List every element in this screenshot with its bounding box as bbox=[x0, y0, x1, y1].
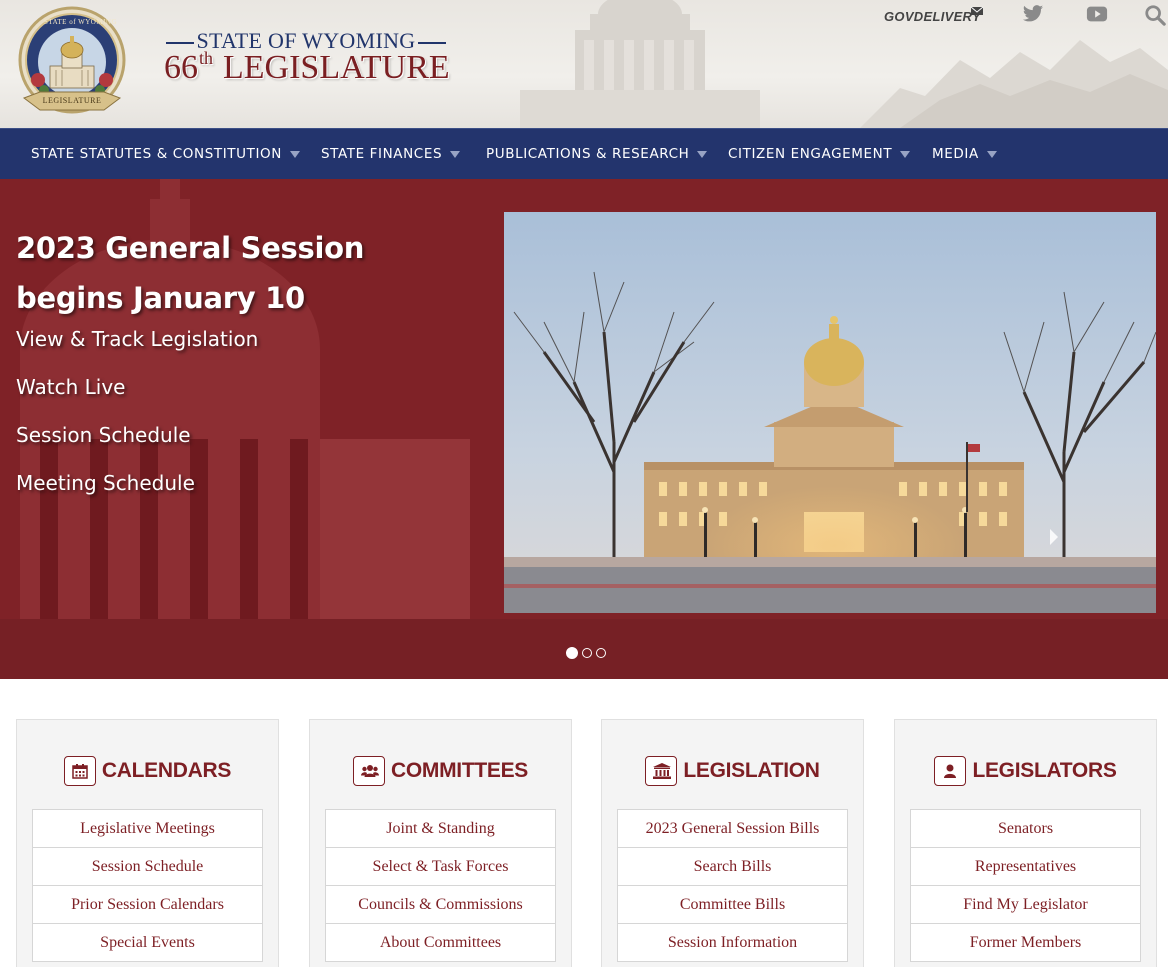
govdelivery-label: GOVDELIVERY bbox=[884, 9, 981, 24]
nav-item-label: MEDIA bbox=[932, 146, 979, 162]
link-special-events[interactable]: Special Events bbox=[32, 923, 263, 962]
nav-item-label: PUBLICATIONS & RESEARCH bbox=[486, 146, 690, 162]
caret-down-icon bbox=[450, 150, 461, 158]
card-title: LEGISLATION bbox=[683, 759, 820, 782]
nav-item-finances[interactable]: STATE FINANCES bbox=[321, 129, 461, 180]
nav-item-citizen-engagement[interactable]: CITIZEN ENGAGEMENT bbox=[728, 129, 911, 180]
card-header: LEGISLATORS bbox=[895, 756, 1156, 788]
card-title: LEGISLATORS bbox=[972, 759, 1117, 782]
calendars-card: CALENDARS Legislative Meetings Session S… bbox=[16, 719, 279, 967]
card-header: LEGISLATION bbox=[602, 756, 863, 788]
hero-heading: 2023 General Session begins January 10 bbox=[16, 231, 365, 315]
slide-dot-3[interactable] bbox=[596, 648, 606, 658]
legislators-card: LEGISLATORS Senators Representatives Fin… bbox=[894, 719, 1157, 967]
link-senators[interactable]: Senators bbox=[910, 809, 1141, 848]
slide-dot-2[interactable] bbox=[582, 648, 592, 658]
caret-down-icon bbox=[290, 150, 300, 158]
capitol-building-photo bbox=[504, 212, 1156, 613]
link-joint-standing[interactable]: Joint & Standing bbox=[325, 809, 556, 848]
card-link-list: 2023 General Session Bills Search Bills … bbox=[617, 809, 848, 962]
card-link-list: Senators Representatives Find My Legisla… bbox=[910, 809, 1141, 962]
caret-down-icon bbox=[986, 150, 997, 158]
legislature-ordinal-suffix: th bbox=[199, 48, 214, 68]
link-search-bills[interactable]: Search Bills bbox=[617, 847, 848, 886]
seal-top-text: STATE of WYOMING bbox=[44, 18, 118, 26]
title-rule-left bbox=[165, 41, 194, 44]
slide-next-arrow-icon[interactable] bbox=[1046, 525, 1062, 549]
hero-link-track-legislation[interactable]: View & Track Legislation bbox=[16, 327, 258, 357]
link-councils-commissions[interactable]: Councils & Commissions bbox=[325, 885, 556, 924]
users-icon bbox=[353, 756, 385, 786]
link-select-task-forces[interactable]: Select & Task Forces bbox=[325, 847, 556, 886]
nav-item-publications[interactable]: PUBLICATIONS & RESEARCH bbox=[486, 129, 708, 180]
hero-link-meeting-schedule[interactable]: Meeting Schedule bbox=[16, 471, 195, 501]
calendar-icon bbox=[63, 756, 96, 786]
hero-banner: 2023 General Session begins January 10 V… bbox=[0, 179, 1168, 679]
seal-banner-text: LEGISLATURE bbox=[42, 96, 102, 105]
search-icon[interactable] bbox=[1144, 4, 1168, 26]
nav-item-media[interactable]: MEDIA bbox=[932, 129, 997, 180]
link-2023-general-session-bills[interactable]: 2023 General Session Bills bbox=[617, 809, 848, 848]
link-about-committees[interactable]: About Committees bbox=[325, 923, 556, 962]
link-session-information[interactable]: Session Information bbox=[617, 923, 848, 962]
card-link-list: Legislative Meetings Session Schedule Pr… bbox=[32, 809, 263, 962]
card-header: CALENDARS bbox=[17, 756, 278, 788]
card-title: CALENDARS bbox=[101, 759, 232, 782]
brand-legislature-line: 66th LEGISLATURE bbox=[164, 48, 450, 87]
caret-down-icon bbox=[697, 150, 708, 158]
card-title: COMMITTEES bbox=[391, 759, 528, 782]
hero-link-session-schedule[interactable]: Session Schedule bbox=[16, 423, 191, 453]
caret-down-icon bbox=[900, 150, 911, 158]
institution-icon bbox=[645, 756, 678, 786]
nav-item-label: STATE STATUTES & CONSTITUTION bbox=[31, 146, 282, 162]
hero-link-watch-live[interactable]: Watch Live bbox=[16, 375, 125, 405]
link-legislative-meetings[interactable]: Legislative Meetings bbox=[32, 809, 263, 848]
user-icon bbox=[934, 756, 967, 786]
youtube-icon[interactable] bbox=[1086, 4, 1110, 26]
card-header: COMMITTEES bbox=[310, 756, 571, 788]
card-link-list: Joint & Standing Select & Task Forces Co… bbox=[325, 809, 556, 962]
link-former-members[interactable]: Former Members bbox=[910, 923, 1141, 962]
nav-item-label: STATE FINANCES bbox=[321, 146, 443, 162]
legislation-card: LEGISLATION 2023 General Session Bills S… bbox=[601, 719, 864, 967]
slide-dot-1[interactable] bbox=[566, 647, 578, 659]
govdelivery-link[interactable]: GOVDELIVERY bbox=[884, 4, 988, 30]
legislature-seal-logo[interactable]: STATE of WYOMING LEGISLATURE bbox=[10, 6, 134, 118]
hero-slide-capitol-photo[interactable] bbox=[504, 212, 1156, 613]
link-session-schedule[interactable]: Session Schedule bbox=[32, 847, 263, 886]
nav-item-label: CITIZEN ENGAGEMENT bbox=[728, 146, 893, 162]
title-rule-right bbox=[418, 41, 447, 44]
main-navigation: STATE STATUTES & CONSTITUTION STATE FINA… bbox=[0, 128, 1168, 179]
committees-card: COMMITTEES Joint & Standing Select & Tas… bbox=[309, 719, 572, 967]
envelope-flag-icon bbox=[970, 6, 984, 15]
nav-item-statutes[interactable]: STATE STATUTES & CONSTITUTION bbox=[31, 129, 300, 180]
link-prior-session-calendars[interactable]: Prior Session Calendars bbox=[32, 885, 263, 924]
link-committee-bills[interactable]: Committee Bills bbox=[617, 885, 848, 924]
link-representatives[interactable]: Representatives bbox=[910, 847, 1141, 886]
link-find-my-legislator[interactable]: Find My Legislator bbox=[910, 885, 1141, 924]
legislature-number: 66 bbox=[164, 49, 198, 86]
site-header: STATE of WYOMING LEGISLATURE STATE OF WY… bbox=[0, 0, 1168, 128]
legislature-word: LEGISLATURE bbox=[223, 49, 450, 86]
twitter-icon[interactable] bbox=[1022, 4, 1046, 26]
site-brand-title[interactable]: STATE OF WYOMING 66th LEGISLATURE bbox=[156, 28, 466, 88]
